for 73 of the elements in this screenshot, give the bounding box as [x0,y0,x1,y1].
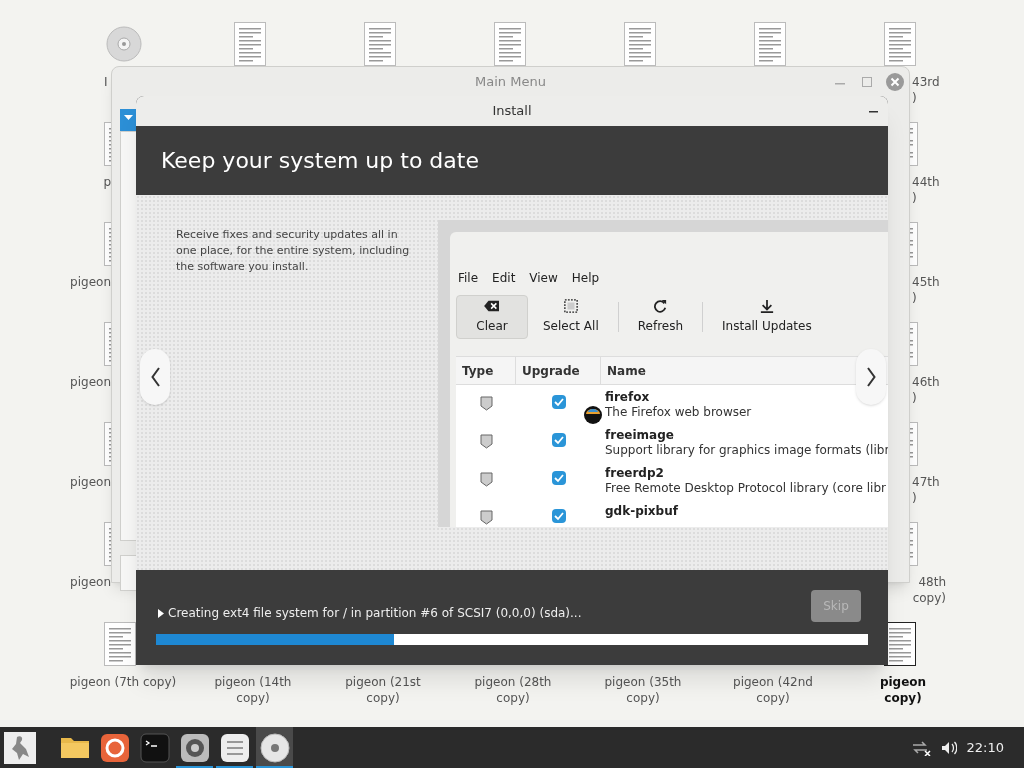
menu-item[interactable]: File [458,269,479,287]
minimize-icon[interactable] [869,111,878,113]
column-header[interactable]: Type [456,357,516,384]
check-icon [552,473,565,483]
toolbar-button[interactable]: Refresh [626,295,695,339]
shield-icon [479,510,493,525]
checkbox[interactable] [551,395,566,409]
icon-label: 46th ) [912,374,940,406]
expander-icon[interactable] [158,608,164,618]
terminal-icon [138,731,171,764]
package-description: Free Remote Desktop Protocol library (core libr [605,481,887,496]
package-name: firefox [605,390,651,405]
next-button[interactable] [856,349,886,405]
disc-icon[interactable] [106,26,142,62]
toolbar-button[interactable]: Install Updates [711,295,823,339]
icon-label: pigeon (42nd copy) [732,674,814,706]
icon-label: 44th ) [912,174,940,206]
caret-icon [124,115,133,120]
maximize-icon[interactable] [862,77,872,87]
icon-label: pigeon (7th copy) [68,674,178,690]
checkbox[interactable] [551,509,566,523]
shield-icon [479,396,493,411]
taskbar-button[interactable] [256,727,293,768]
volume-icon[interactable] [940,740,957,755]
checkbox[interactable] [551,433,566,447]
package-description: The Firefox web browser [605,405,753,420]
icon-label: 45th ) [912,274,940,306]
browser-app-icon [98,731,131,764]
network-disconnected-icon[interactable] [910,739,931,756]
icon-label: pigeon copy) [878,674,928,706]
icon-label: pigeon [70,274,111,290]
check-icon [552,397,565,407]
icon-label: pigeon (35th copy) [603,674,683,706]
icon-label: 43rd ) [912,74,940,106]
backspace-icon [482,299,502,313]
icon-label: pigeon (21st copy) [344,674,422,706]
icon-label: pigeon (28th copy) [473,674,553,706]
window-title: Install [492,102,532,121]
icon-label: 47th ) [912,474,940,506]
icon-label: p [103,174,111,190]
shield-icon [479,434,493,449]
menu-item[interactable]: View [529,269,558,287]
chevron-left-icon [150,367,160,387]
previous-button[interactable] [140,349,170,405]
clock: 22:10 [966,738,1004,757]
check-icon [552,435,565,445]
icon-label: pigeon [70,474,111,490]
icon-label: pigeon [70,574,111,590]
window-title: Main Menu [475,73,546,92]
package-name: gdk-pixbuf [605,504,679,519]
start-button[interactable] [4,731,36,764]
chevron-right-icon [866,367,876,387]
icon-label: pigeon [70,374,111,390]
close-icon[interactable] [886,73,904,91]
toolbar-button[interactable]: Select All [532,295,610,339]
package-name: freeimage [605,428,675,443]
column-header[interactable]: Name [601,357,888,384]
page-heading: Keep your system up to date [161,147,479,175]
package-name: freerdp2 [605,466,665,481]
icon-label: pigeon (14th copy) [213,674,293,706]
icon-label: 48th copy) [912,574,946,606]
shield-icon [479,472,493,487]
disc-icon [258,731,291,764]
toolbar-button[interactable]: Clear [456,295,528,339]
status-text: Creating ext4 file system for / in partition #6 of SCSI7 (0,0,0) (sda)... [168,605,582,622]
menu-item[interactable]: Edit [492,269,516,287]
description-text: Receive fixes and security updates all in one place, for the entire system, including the software you install. [176,227,411,275]
check-icon [552,511,565,521]
list-icon [218,731,251,764]
icon-label: I [104,74,108,90]
column-header[interactable]: Upgrade [516,357,601,384]
menu-item[interactable]: Help [571,269,600,287]
checkbox[interactable] [551,471,566,485]
